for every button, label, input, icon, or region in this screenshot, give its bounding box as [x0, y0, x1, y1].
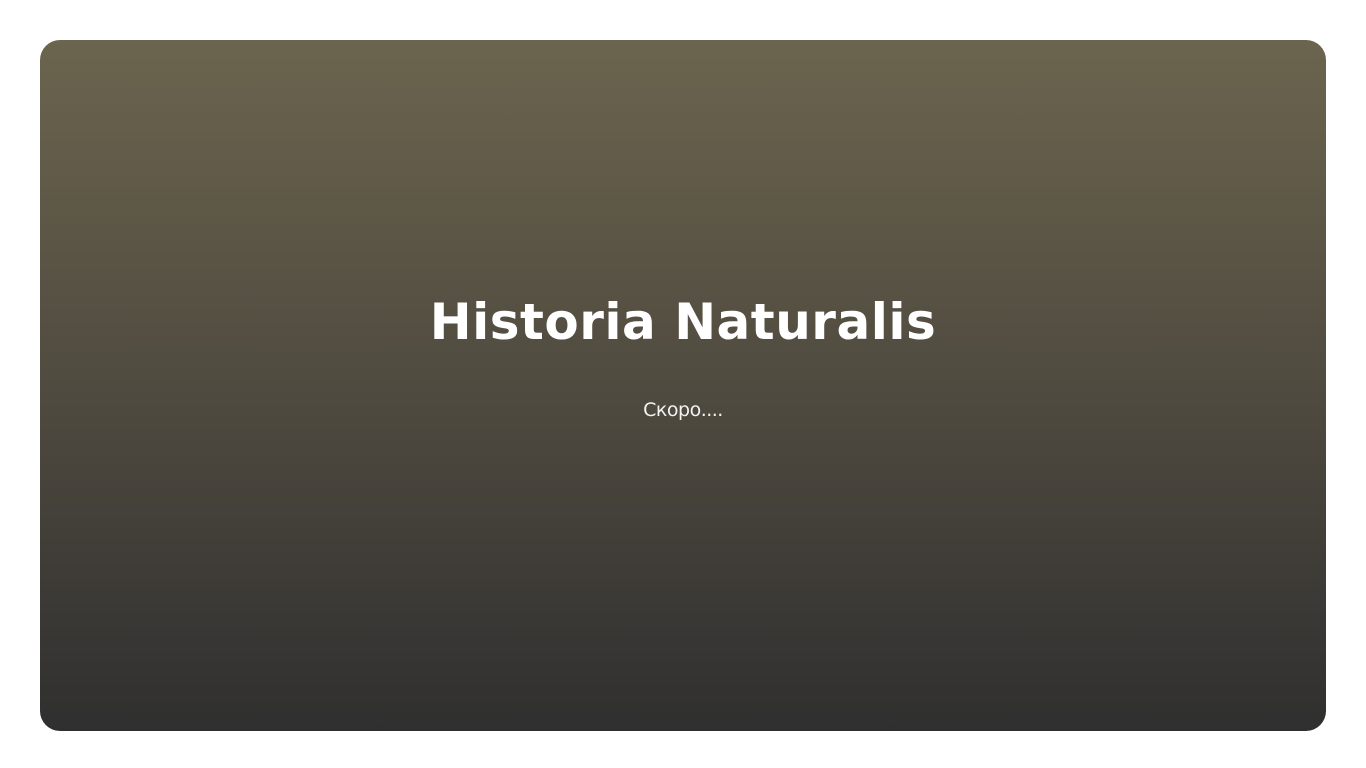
hero-subtitle: Скоро....: [643, 399, 723, 421]
hero-banner: Historia Naturalis Скоро....: [40, 40, 1326, 731]
page: Historia Naturalis Скоро....: [0, 0, 1366, 768]
hero-title: Historia Naturalis: [429, 293, 937, 351]
